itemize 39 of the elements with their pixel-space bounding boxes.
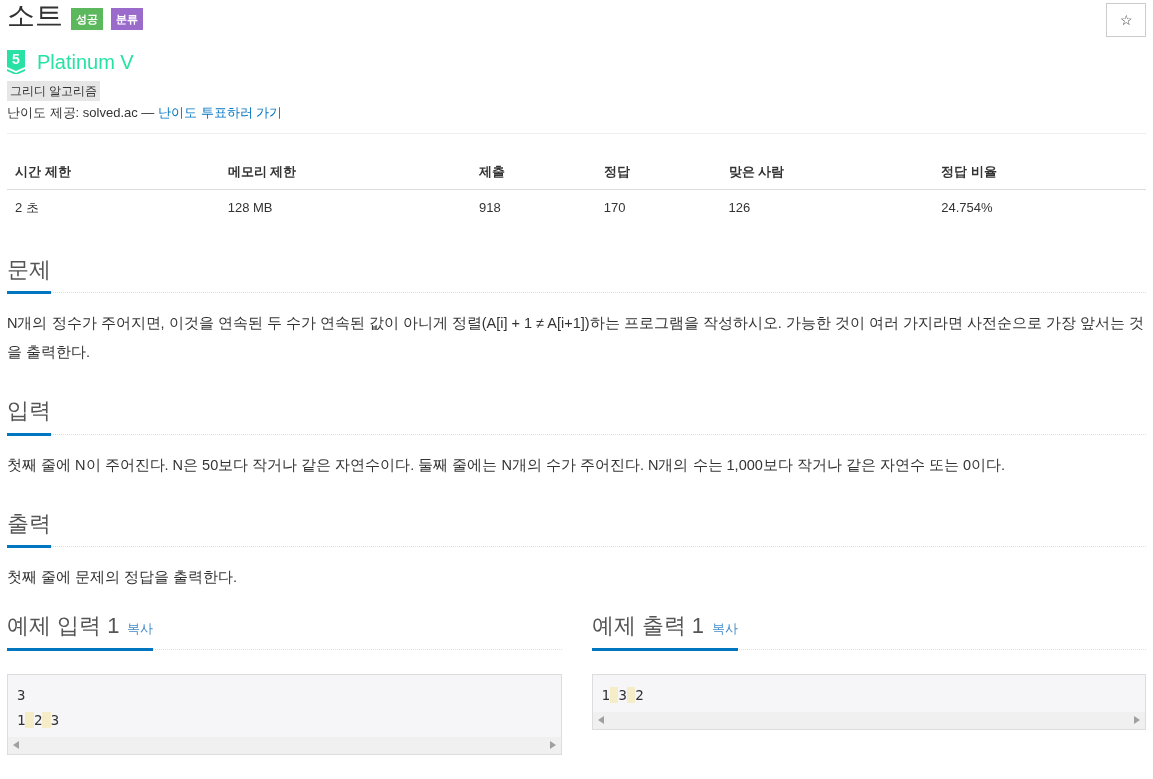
- section-heading: 문제: [7, 255, 51, 283]
- scroll-right-icon[interactable]: [1134, 716, 1140, 724]
- vote-link[interactable]: 난이도 투표하러 가기: [158, 105, 283, 120]
- column-header: 정답: [595, 153, 721, 190]
- tier-badge: 5: [7, 50, 25, 74]
- column-header: 시간 제한: [7, 153, 220, 190]
- status-label[interactable]: 성공: [71, 7, 103, 30]
- table-cell: 170: [595, 189, 721, 226]
- algorithm-tag[interactable]: 그리디 알고리즘: [7, 81, 101, 101]
- column-header: 맞은 사람: [720, 153, 934, 190]
- column-header: 정답 비율: [933, 153, 1146, 190]
- sample-line: 3: [17, 685, 27, 705]
- sample-line: 1 2 3: [17, 710, 61, 730]
- section-heading: 예제 입력 1: [7, 612, 120, 640]
- scrollbar[interactable]: [8, 736, 561, 754]
- section-text: 첫째 줄에 N이 주어진다. N은 50보다 작거나 같은 자연수이다. 둘째 줄에는 N개의 수가 주어진다. N개의 수는 1,000보다 작거나 같은 자연수 또는 0이다.: [7, 455, 1007, 475]
- difficulty-note: 난이도 제공: solved.ac —: [7, 105, 156, 120]
- scrollbar[interactable]: [592, 711, 1145, 729]
- section-text: 첫째 줄에 문제의 정답을 출력한다.: [7, 568, 239, 587]
- table-cell: 24.754%: [933, 189, 1146, 226]
- section-heading: 출력: [7, 509, 51, 537]
- problem-title: 소트: [7, 2, 63, 30]
- column-header: 제출: [471, 153, 596, 190]
- sample-line: 1 3 2: [601, 685, 645, 705]
- section-heading: 입력: [7, 397, 51, 425]
- section-text: N개의 정수가 주어지면, 이것을 연속된 두 수가 연속된 값이 아니게 정렬(A[i] + 1 ≠ A[i+1])하는 프로그램을 작성하시오. 가능한 것이 여러 가지라면 사전순으로 가장 앞서는 것을 출력한다.: [7, 314, 1145, 362]
- scroll-left-icon[interactable]: [13, 741, 19, 749]
- section-heading: 예제 출력 1: [591, 612, 704, 640]
- copy-link[interactable]: 복사: [711, 619, 738, 639]
- star-button[interactable]: ☆: [1106, 3, 1146, 37]
- table-cell: 2 초: [7, 189, 220, 226]
- table-cell: 126: [720, 189, 934, 226]
- table-cell: 918: [471, 189, 596, 226]
- status-label[interactable]: 분류: [111, 7, 143, 30]
- table-cell: 128 MB: [219, 189, 472, 226]
- scroll-right-icon[interactable]: [549, 741, 556, 749]
- scroll-left-icon[interactable]: [597, 716, 604, 724]
- column-header: 메모리 제한: [219, 153, 472, 190]
- copy-link[interactable]: 복사: [127, 619, 154, 639]
